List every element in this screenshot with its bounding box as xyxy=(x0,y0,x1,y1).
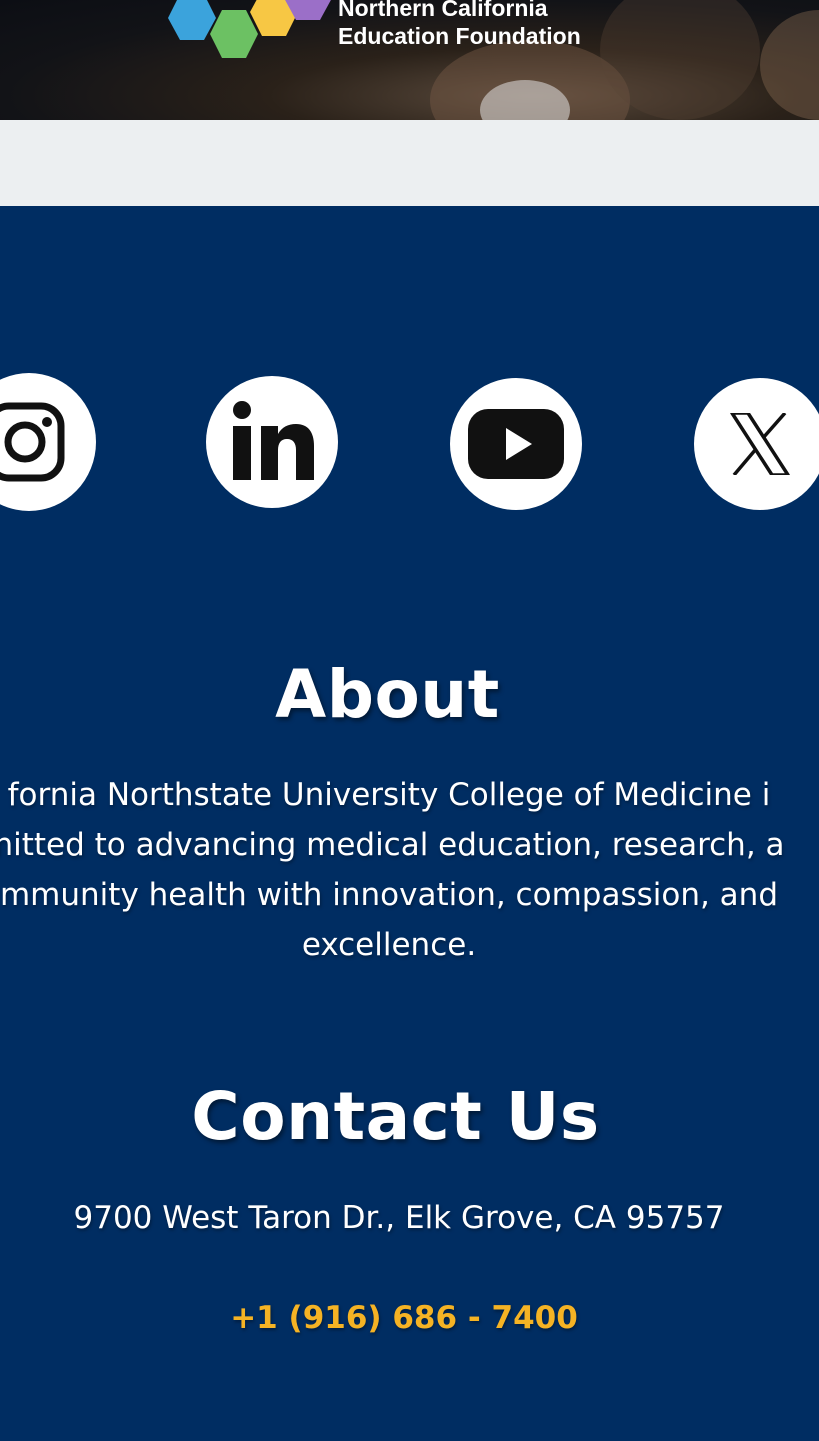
about-description: fornia Northstate University College of … xyxy=(0,770,819,970)
about-line: nitted to advancing medical education, r… xyxy=(0,827,785,863)
about-line: mmunity health with innovation, compassi… xyxy=(0,877,778,913)
x-icon xyxy=(730,413,790,475)
youtube-icon xyxy=(468,409,564,479)
contact-title: Contact Us xyxy=(191,1078,600,1155)
about-line: excellence. xyxy=(301,927,477,963)
hero-photo-shape xyxy=(760,10,819,120)
instagram-icon xyxy=(0,402,65,482)
contact-address: 9700 West Taron Dr., Elk Grove, CA 95757 xyxy=(73,1200,725,1236)
logo-hex-green xyxy=(210,10,258,58)
linkedin-icon xyxy=(233,401,314,480)
hero-banner: Northern California Education Foundation xyxy=(0,0,819,120)
about-title: About xyxy=(275,656,500,733)
divider-strip xyxy=(0,120,819,206)
instagram-link[interactable] xyxy=(0,373,96,511)
linkedin-link[interactable] xyxy=(206,376,338,508)
contact-phone-link[interactable]: +1 (916) 686 - 7400 xyxy=(0,1296,808,1340)
logo-hex-blue xyxy=(168,0,216,40)
logo-hexagons-icon xyxy=(168,0,331,58)
x-link[interactable] xyxy=(694,378,819,510)
youtube-link[interactable] xyxy=(450,378,582,510)
logo-text[interactable]: Northern California Education Foundation xyxy=(338,0,581,50)
logo-line-1: Northern California xyxy=(338,0,548,21)
logo-line-2: Education Foundation xyxy=(338,23,581,49)
about-line: fornia Northstate University College of … xyxy=(7,777,771,813)
